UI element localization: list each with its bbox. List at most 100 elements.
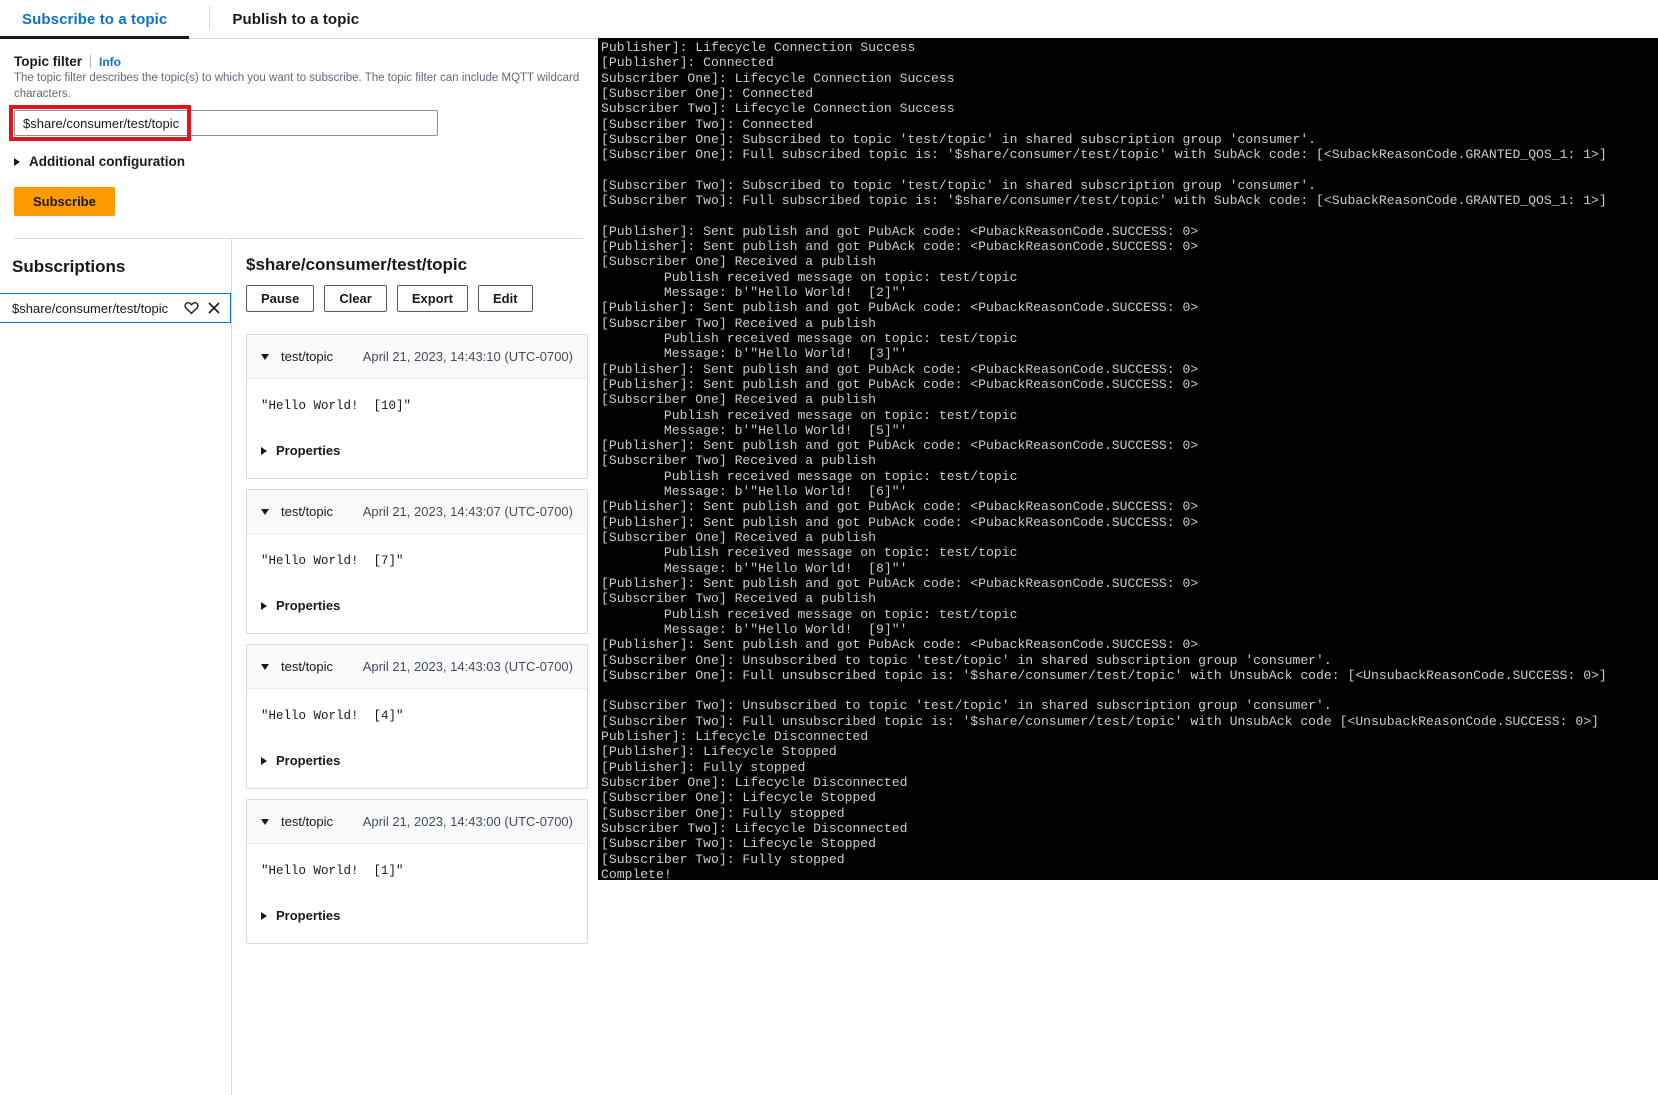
additional-configuration-label: Additional configuration [29,154,185,169]
console-line: [Subscriber One]: Full subscribed topic … [601,147,1658,162]
close-icon[interactable] [206,301,221,316]
message-topic: test/topic [281,814,333,829]
message-properties-label: Properties [276,908,340,923]
console-line: [Subscriber Two]: Lifecycle Stopped [601,836,1658,851]
console-line: Publish received message on topic: test/… [601,607,1658,622]
chevron-right-icon [261,447,267,455]
message-payload: "Hello World! [7]" [261,554,573,568]
edit-button[interactable]: Edit [478,285,533,312]
console-line: [Subscriber Two]: Fully stopped [601,852,1658,867]
console-line: Publisher]: Lifecycle Disconnected [601,729,1658,744]
console-line: [Subscriber Two]: Unsubscribed to topic … [601,698,1658,713]
info-link[interactable]: Info [99,55,121,69]
additional-configuration-expander[interactable]: Additional configuration [14,154,583,169]
clear-button[interactable]: Clear [324,285,387,312]
console-line: Subscriber Two]: Lifecycle Disconnected [601,821,1658,836]
export-button[interactable]: Export [397,285,468,312]
chevron-right-icon [261,757,267,765]
message-topic: test/topic [281,504,333,519]
subscription-item-label: $share/consumer/test/topic [12,301,177,316]
console-line: [Publisher]: Sent publish and got PubAck… [601,438,1658,453]
console-line: Publish received message on topic: test/… [601,545,1658,560]
console-line: Message: b'"Hello World! [8]"' [601,561,1658,576]
console-line: Subscriber One]: Lifecycle Disconnected [601,775,1658,790]
console-line: [Subscriber Two]: Connected [601,117,1658,132]
console-line: [Subscriber One]: Lifecycle Stopped [601,790,1658,805]
console-line: Publish received message on topic: test/… [601,331,1658,346]
message-properties-expander[interactable]: Properties [261,753,573,776]
tab-publish-to-a-topic[interactable]: Publish to a topic [210,0,401,38]
topic-filter-label: Topic filter [14,54,82,69]
console-line: Message: b'"Hello World! [9]"' [601,622,1658,637]
message-properties-expander[interactable]: Properties [261,443,573,466]
console-line: Complete! [601,867,1658,880]
subscribe-button[interactable]: Subscribe [14,187,115,216]
message-timestamp: April 21, 2023, 14:43:10 (UTC-0700) [363,349,573,364]
console-line: [Publisher]: Sent publish and got PubAck… [601,637,1658,652]
console-line: Message: b'"Hello World! [2]"' [601,285,1658,300]
console-line: [Subscriber Two] Received a publish [601,316,1658,331]
chevron-right-icon [261,912,267,920]
subscription-list-item[interactable]: $share/consumer/test/topic [0,293,231,323]
message-properties-label: Properties [276,753,340,768]
console-line: Subscriber Two]: Lifecycle Connection Su… [601,101,1658,116]
console-line: [Subscriber One]: Connected [601,86,1658,101]
console-line: [Publisher]: Sent publish and got PubAck… [601,576,1658,591]
console-line: [Subscriber One] Received a publish [601,254,1658,269]
console-line: [Publisher]: Connected [601,55,1658,70]
topic-filter-form: Topic filter Info The topic filter descr… [0,39,597,239]
message-card-header[interactable]: test/topic April 21, 2023, 14:43:10 (UTC-… [247,335,587,379]
subscription-detail-column: $share/consumer/test/topic Pause Clear E… [232,239,597,1095]
pause-button[interactable]: Pause [246,285,314,312]
tab-subscribe-to-a-topic[interactable]: Subscribe to a topic [0,0,209,38]
console-output[interactable]: Publisher]: Lifecycle Connection Success… [598,38,1658,880]
message-timestamp: April 21, 2023, 14:43:03 (UTC-0700) [363,659,573,674]
tab-bar: Subscribe to a topic Publish to a topic [0,0,597,39]
message-card-header[interactable]: test/topicApril 21, 2023, 14:43:00 (UTC-… [247,800,587,844]
console-line: [Publisher]: Sent publish and got PubAck… [601,377,1658,392]
console-line: [Subscriber One]: Full unsubscribed topi… [601,668,1658,683]
chevron-right-icon [261,602,267,610]
console-line: Message: b'"Hello World! [6]"' [601,484,1658,499]
console-line: Publisher]: Lifecycle Connection Success [601,40,1658,55]
message-payload: "Hello World! [1]" [261,864,573,878]
console-line: [Publisher]: Sent publish and got PubAck… [601,499,1658,514]
message-properties-label: Properties [276,443,340,458]
topic-filter-input[interactable] [14,110,438,136]
detail-action-bar: Pause Clear Export Edit [246,285,597,312]
console-line [601,163,1658,178]
messages-list: test/topic April 21, 2023, 14:43:10 (UTC-… [246,334,597,944]
message-topic: test/topic [281,349,333,364]
console-line: [Publisher]: Fully stopped [601,760,1658,775]
heart-icon[interactable] [184,301,199,316]
console-line: [Publisher]: Lifecycle Stopped [601,744,1658,759]
message-body: "Hello World! [7]" Properties [247,534,587,633]
console-line: Publish received message on topic: test/… [601,469,1658,484]
console-line: [Publisher]: Sent publish and got PubAck… [601,362,1658,377]
chevron-right-icon [14,158,20,166]
message-card-header[interactable]: test/topic April 21, 2023, 14:43:03 (UTC-… [247,645,587,689]
console-line: [Publisher]: Sent publish and got PubAck… [601,300,1658,315]
console-output-lines: Publisher]: Lifecycle Connection Success… [601,40,1658,880]
message-card-header[interactable]: test/topicApril 21, 2023, 14:43:07 (UTC-… [247,490,587,534]
subscriptions-split: Subscriptions $share/consumer/test/topic… [0,239,597,1095]
console-line: [Subscriber One] Received a publish [601,392,1658,407]
detail-title: $share/consumer/test/topic [246,255,597,275]
message-properties-label: Properties [276,598,340,613]
message-topic: test/topic [281,659,333,674]
console-line: Subscriber One]: Lifecycle Connection Su… [601,71,1658,86]
message-properties-expander[interactable]: Properties [261,908,573,931]
topic-filter-description: The topic filter describes the topic(s) … [14,71,583,102]
console-line: [Subscriber One] Received a publish [601,530,1658,545]
console-line [601,683,1658,698]
message-payload: "Hello World! [4]" [261,709,573,723]
message-properties-expander[interactable]: Properties [261,598,573,621]
subscriptions-title: Subscriptions [0,257,231,277]
console-line: Publish received message on topic: test/… [601,270,1658,285]
console-line: [Subscriber Two]: Subscribed to topic 't… [601,178,1658,193]
console-line: [Subscriber Two] Received a publish [601,591,1658,606]
message-body: "Hello World! [4]" Properties [247,689,587,788]
topic-filter-label-row: Topic filter Info [14,53,583,69]
console-line: [Subscriber One]: Fully stopped [601,806,1658,821]
console-line: [Subscriber One]: Unsubscribed to topic … [601,653,1658,668]
